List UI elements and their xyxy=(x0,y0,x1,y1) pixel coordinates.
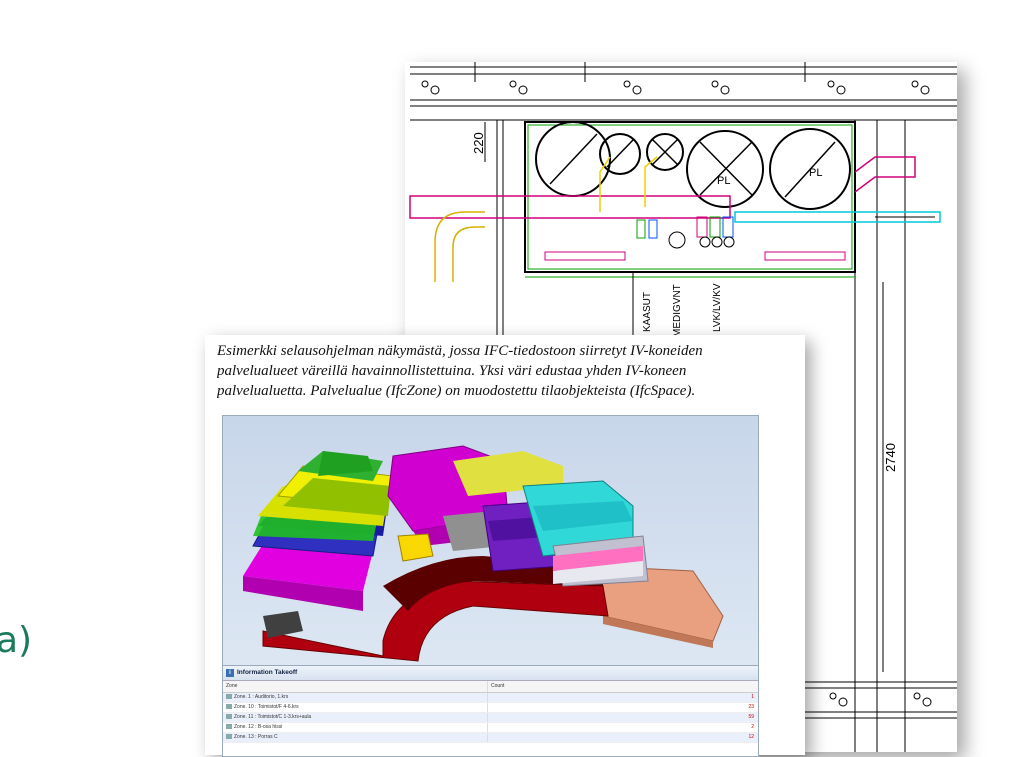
pl-label-2: PL xyxy=(809,167,822,179)
information-takeoff-panel: i Information Takeoff Zone Count Zone. 1… xyxy=(222,665,759,757)
zone-icon xyxy=(226,694,232,700)
figure-card: Esimerkki selausohjelman näkymästä, joss… xyxy=(205,335,807,757)
info-icon: i xyxy=(226,669,234,677)
zone-icon xyxy=(226,704,232,710)
dimension-220: 220 xyxy=(471,132,486,154)
zone-icon xyxy=(226,714,232,720)
takeoff-header-row: Zone Count xyxy=(223,681,758,693)
dimension-2740: 2740 xyxy=(883,443,898,472)
label-medigvnt: MEDIGVNT xyxy=(672,284,683,337)
takeoff-table-body: Zone. 1 : Auditorio, 1.krs 1 Zone. 10 : … xyxy=(223,693,758,743)
building-model xyxy=(243,445,724,662)
side-label: a) xyxy=(0,620,33,661)
col-count-header[interactable]: Count xyxy=(488,681,758,692)
table-row[interactable]: Zone. 13 : Porras C 12 xyxy=(223,733,758,743)
caption-line-3: palvelualuetta. Palvelualue (IfcZone) on… xyxy=(217,383,696,399)
table-row[interactable]: Zone. 11 : Toimistot/C 1-3.krs+aula 59 xyxy=(223,713,758,723)
table-row[interactable]: Zone. 1 : Auditorio, 1.krs 1 xyxy=(223,693,758,703)
pl-label-1: PL xyxy=(717,175,730,187)
zone-icon xyxy=(226,734,232,740)
table-row[interactable]: Zone. 10 : Toimistot/F 4-6.krs 23 xyxy=(223,703,758,713)
col-zone-header[interactable]: Zone xyxy=(223,681,489,692)
label-lvk: LVK/LV/KV xyxy=(712,283,723,332)
caption-line-1: Esimerkki selausohjelman näkymästä, joss… xyxy=(217,343,703,359)
3d-model-viewer[interactable] xyxy=(222,415,759,667)
zone-icon xyxy=(226,724,232,730)
label-kaasut: KAASUT xyxy=(642,292,653,332)
takeoff-title: i Information Takeoff xyxy=(223,666,758,681)
figure-caption: Esimerkki selausohjelman näkymästä, joss… xyxy=(217,341,807,401)
caption-line-2: palvelualueet väreillä havainnollistettu… xyxy=(217,363,687,379)
table-row[interactable]: Zone. 12 : B-osa hissi 2 xyxy=(223,723,758,733)
